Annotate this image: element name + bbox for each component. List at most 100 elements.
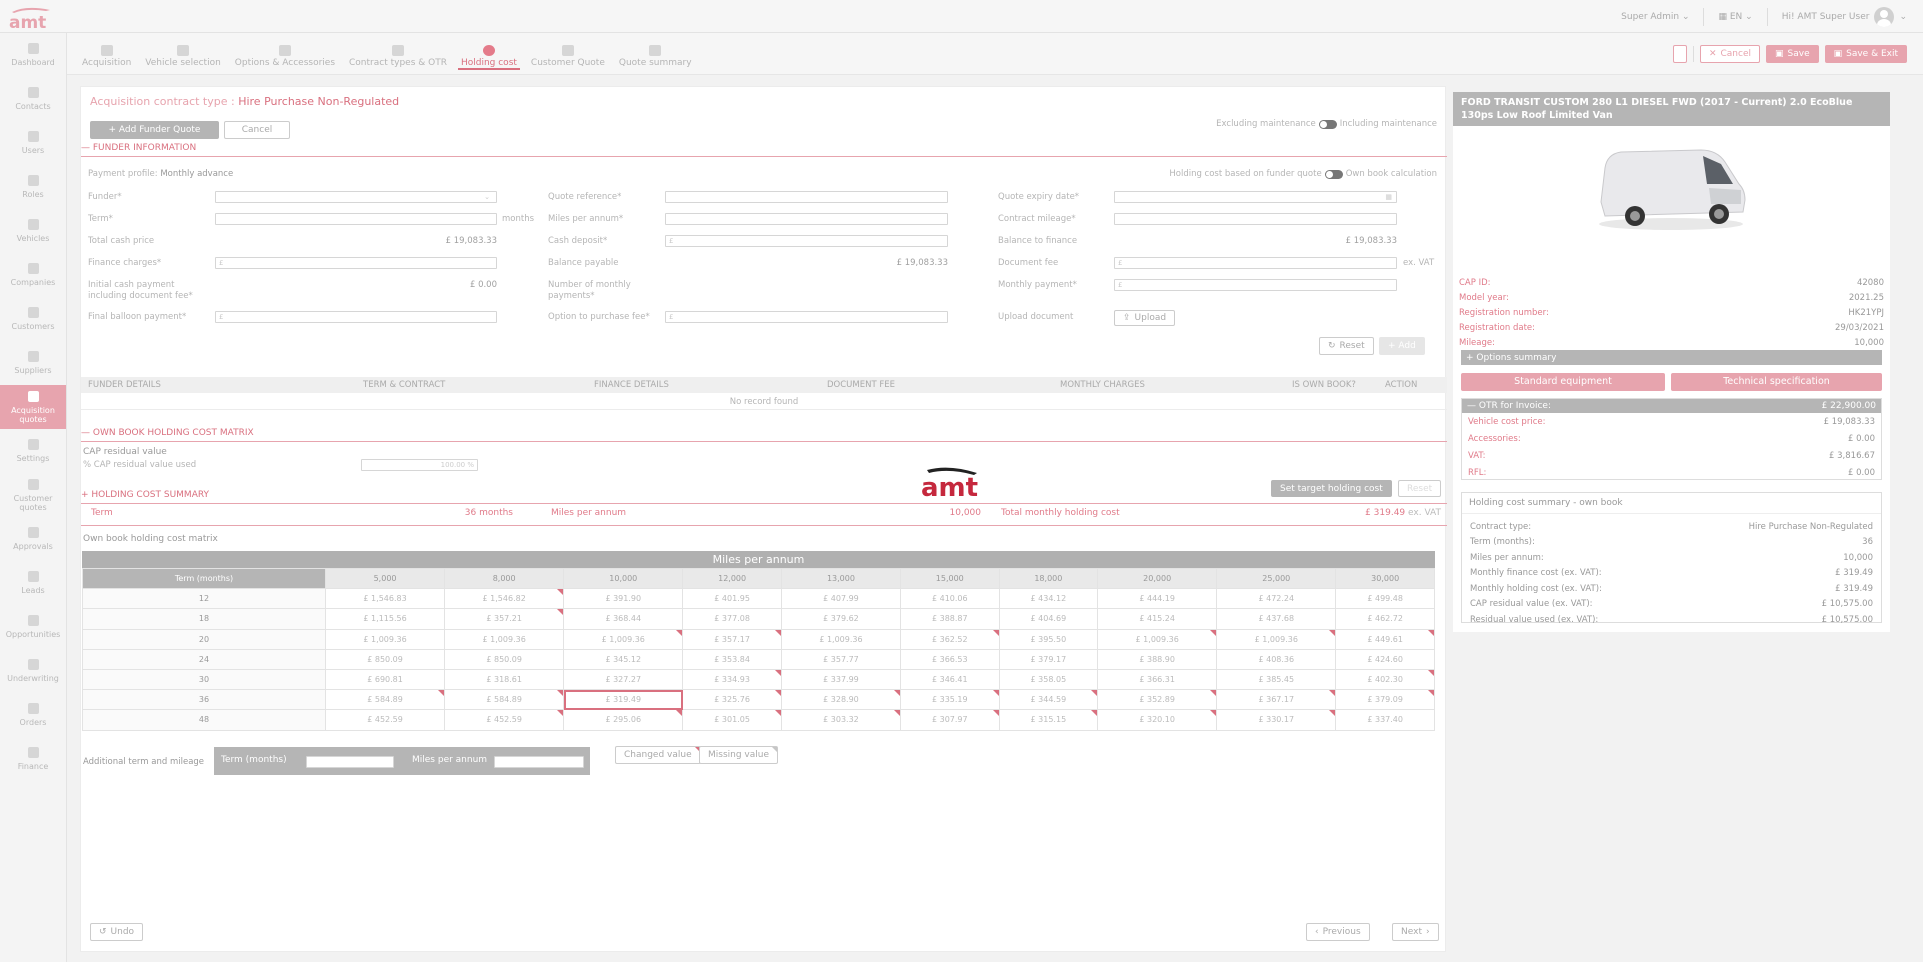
- matrix-value-cell[interactable]: £ 1,546.83: [324, 588, 446, 610]
- matrix-value-cell[interactable]: £ 301.05: [682, 709, 782, 731]
- add-button[interactable]: + Add: [1379, 337, 1425, 355]
- sidebar-item-underwriting[interactable]: Underwriting: [0, 649, 66, 693]
- matrix-value-cell[interactable]: £ 584.89: [324, 689, 446, 711]
- add-term-input[interactable]: [306, 756, 394, 768]
- matrix-value-cell[interactable]: £ 402.30: [1335, 668, 1435, 691]
- sidebar-item-customers[interactable]: Customers: [0, 297, 66, 341]
- matrix-value-cell[interactable]: £ 344.59: [998, 689, 1099, 711]
- matrix-value-cell[interactable]: £ 346.41: [900, 668, 1000, 691]
- matrix-value-cell[interactable]: £ 379.17: [998, 648, 1099, 670]
- own-book-heading[interactable]: — OWN BOOK HOLDING COST MATRIX: [81, 428, 254, 438]
- sidebar-item-companies[interactable]: Companies: [0, 253, 66, 297]
- matrix-value-cell[interactable]: £ 424.60: [1335, 648, 1435, 670]
- matrix-value-cell[interactable]: £ 850.09: [444, 648, 565, 670]
- matrix-value-cell[interactable]: £ 366.53: [900, 648, 1000, 670]
- sidebar-item-vehicles[interactable]: Vehicles: [0, 209, 66, 253]
- matrix-value-cell[interactable]: £ 452.59: [324, 709, 446, 731]
- matrix-value-cell[interactable]: £ 366.31: [1097, 668, 1218, 691]
- matrix-value-cell[interactable]: £ 388.90: [1097, 648, 1218, 670]
- set-target-button[interactable]: Set target holding cost: [1271, 480, 1392, 497]
- reset-button[interactable]: ↻ Reset: [1319, 337, 1374, 355]
- calendar-icon[interactable]: ▦: [1385, 192, 1392, 202]
- upload-button[interactable]: ⇪ Upload: [1114, 310, 1176, 326]
- save-button[interactable]: ▣ Save: [1766, 45, 1819, 63]
- term-input[interactable]: [215, 213, 497, 225]
- summary-reset-button[interactable]: Reset: [1398, 480, 1442, 497]
- matrix-value-cell[interactable]: £ 320.10: [1097, 709, 1218, 731]
- sidebar-item-roles[interactable]: Roles: [0, 165, 66, 209]
- matrix-value-cell[interactable]: £ 434.12: [998, 588, 1099, 610]
- matrix-value-cell[interactable]: £ 358.05: [998, 668, 1099, 691]
- next-button[interactable]: Next ›: [1392, 923, 1439, 941]
- matrix-value-cell[interactable]: £ 462.72: [1335, 608, 1435, 630]
- maintenance-toggle[interactable]: [1318, 119, 1337, 129]
- matrix-value-cell[interactable]: £ 368.44: [563, 608, 684, 630]
- matrix-value-cell[interactable]: £ 345.12: [563, 648, 684, 670]
- sidebar-item-suppliers[interactable]: Suppliers: [0, 341, 66, 385]
- language-selector[interactable]: ▦ EN ⌄: [1718, 12, 1752, 22]
- step-vehicle-selection[interactable]: Vehicle selection: [142, 45, 224, 70]
- matrix-value-cell[interactable]: £ 379.09: [1335, 689, 1435, 711]
- document-fee-input[interactable]: £: [1114, 257, 1397, 269]
- cancel-funder-button[interactable]: Cancel: [224, 121, 290, 139]
- matrix-value-cell[interactable]: £ 315.15: [998, 709, 1099, 731]
- matrix-value-cell[interactable]: £ 357.21: [444, 608, 565, 630]
- undo-button[interactable]: ↺ Undo: [90, 923, 144, 941]
- matrix-value-cell[interactable]: £ 325.76: [682, 689, 782, 711]
- matrix-value-cell[interactable]: £ 1,009.36: [780, 628, 902, 650]
- matrix-value-cell[interactable]: £ 334.93: [682, 668, 782, 691]
- matrix-value-cell[interactable]: £ 388.87: [900, 608, 1000, 630]
- matrix-value-cell[interactable]: £ 379.62: [780, 608, 902, 630]
- matrix-value-cell[interactable]: £ 401.95: [682, 588, 782, 610]
- save-exit-button[interactable]: ▣ Save & Exit: [1824, 45, 1907, 63]
- matrix-value-cell[interactable]: £ 328.90: [780, 689, 902, 711]
- matrix-value-cell[interactable]: £ 1,546.82: [444, 588, 565, 610]
- sidebar-item-users[interactable]: Users: [0, 121, 66, 165]
- matrix-value-cell[interactable]: £ 353.84: [682, 648, 782, 670]
- contract-mileage-input[interactable]: [1114, 213, 1397, 225]
- monthly-payment-input[interactable]: £: [1114, 279, 1397, 291]
- matrix-value-cell[interactable]: £ 444.19: [1097, 588, 1218, 610]
- otr-header[interactable]: — OTR for Invoice: £ 22,900.00: [1462, 399, 1881, 413]
- sidebar-item-settings[interactable]: Settings: [0, 429, 66, 473]
- finance-charges-input[interactable]: £: [215, 257, 497, 269]
- matrix-value-cell[interactable]: £ 690.81: [324, 668, 446, 691]
- cash-deposit-input[interactable]: £: [665, 235, 948, 247]
- matrix-value-cell[interactable]: £ 319.49: [563, 689, 684, 711]
- matrix-value-cell[interactable]: £ 1,009.36: [324, 628, 446, 650]
- matrix-value-cell[interactable]: £ 357.17: [682, 628, 782, 650]
- add-funder-quote-button[interactable]: + Add Funder Quote: [90, 121, 219, 139]
- matrix-value-cell[interactable]: £ 367.17: [1216, 689, 1337, 711]
- matrix-value-cell[interactable]: £ 330.17: [1216, 709, 1337, 731]
- step-acquisition[interactable]: Acquisition: [79, 45, 134, 70]
- matrix-value-cell[interactable]: £ 327.27: [563, 668, 684, 691]
- holding-summary-heading[interactable]: + HOLDING COST SUMMARY: [81, 490, 209, 500]
- matrix-value-cell[interactable]: £ 408.36: [1216, 648, 1337, 670]
- matrix-value-cell[interactable]: £ 1,009.36: [1216, 628, 1337, 650]
- add-miles-input[interactable]: [494, 756, 584, 768]
- matrix-value-cell[interactable]: £ 472.24: [1216, 588, 1337, 610]
- matrix-value-cell[interactable]: £ 377.08: [682, 608, 782, 630]
- matrix-value-cell[interactable]: £ 1,115.56: [324, 608, 446, 630]
- funder-select[interactable]: ⌄: [215, 191, 497, 203]
- matrix-value-cell[interactable]: £ 437.68: [1216, 608, 1337, 630]
- user-greeting[interactable]: Hi! AMT Super User ⌄: [1782, 6, 1907, 27]
- sidebar-item-leads[interactable]: Leads: [0, 561, 66, 605]
- matrix-value-cell[interactable]: £ 415.24: [1097, 608, 1218, 630]
- sidebar-item-orders[interactable]: Orders: [0, 693, 66, 737]
- matrix-value-cell[interactable]: £ 404.69: [998, 608, 1099, 630]
- matrix-value-cell[interactable]: £ 452.59: [444, 709, 565, 731]
- option-purchase-input[interactable]: £: [665, 311, 948, 323]
- matrix-value-cell[interactable]: £ 410.06: [900, 588, 1000, 610]
- funder-info-heading[interactable]: — FUNDER INFORMATION: [81, 143, 196, 153]
- cap-used-input[interactable]: 100.00 %: [361, 459, 478, 471]
- matrix-value-cell[interactable]: £ 499.48: [1335, 588, 1435, 610]
- step-options-accessories[interactable]: Options & Accessories: [232, 45, 338, 70]
- matrix-value-cell[interactable]: £ 318.61: [444, 668, 565, 691]
- sidebar-item-customer-quotes[interactable]: Customer quotes: [0, 473, 66, 517]
- step-quote-summary[interactable]: Quote summary: [616, 45, 695, 70]
- matrix-value-cell[interactable]: £ 303.32: [780, 709, 902, 731]
- matrix-value-cell[interactable]: £ 407.99: [780, 588, 902, 610]
- matrix-value-cell[interactable]: £ 449.61: [1335, 628, 1435, 650]
- matrix-value-cell[interactable]: £ 337.40: [1335, 709, 1435, 731]
